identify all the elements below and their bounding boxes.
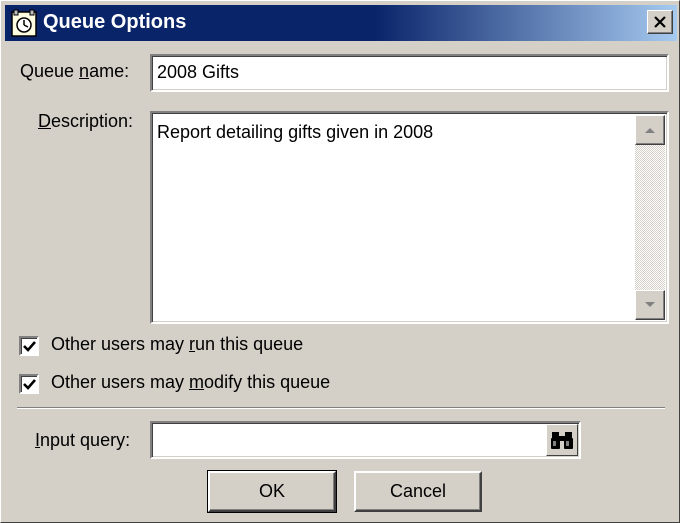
app-icon [11, 9, 37, 37]
title-bar[interactable]: Queue Options [5, 5, 677, 41]
queue-name-label-rest: ame: [89, 61, 130, 81]
close-icon [654, 16, 666, 28]
checkmark-icon [22, 378, 36, 390]
scroll-up-button[interactable] [635, 115, 665, 145]
find-query-button[interactable] [546, 424, 578, 456]
queue-name-label-part: Queue [20, 61, 80, 81]
scroll-down-icon [645, 302, 655, 307]
checkmark-icon [22, 340, 36, 352]
description-label-rest: escription: [51, 111, 134, 131]
description-label: Description: [38, 111, 133, 132]
description-accel-key: D [38, 111, 51, 131]
separator [17, 407, 665, 409]
queue-name-input[interactable]: 2008 Gifts [150, 54, 669, 92]
ok-button[interactable]: OK [207, 470, 337, 513]
allow-run-label-part: Other users may [51, 334, 190, 354]
allow-modify-label[interactable]: Other users may modify this queue [51, 372, 330, 393]
input-query-field[interactable] [150, 421, 581, 459]
input-query-label-rest: nput query: [40, 430, 131, 450]
dialog-title: Queue Options [43, 11, 187, 33]
allow-modify-checkbox[interactable] [19, 374, 39, 394]
cancel-button[interactable]: Cancel [354, 471, 482, 512]
binoculars-icon [551, 432, 573, 449]
queue-name-accel-key: n [79, 61, 90, 81]
description-textarea[interactable]: Report detailing gifts given in 2008 [150, 111, 669, 324]
allow-modify-label-part: Other users may [51, 372, 190, 392]
queue-name-label: Queue name: [20, 61, 129, 82]
queue-options-dialog: Queue Options Queue name: 2008 Gifts Des… [0, 0, 680, 523]
scroll-down-button[interactable] [635, 290, 665, 320]
queue-name-value: 2008 Gifts [157, 62, 240, 82]
description-value: Report detailing gifts given in 2008 [157, 122, 434, 142]
close-button[interactable] [647, 10, 673, 34]
allow-modify-label-rest: odify this queue [204, 372, 331, 392]
allow-run-label[interactable]: Other users may run this queue [51, 334, 303, 355]
allow-run-checkbox[interactable] [19, 336, 39, 356]
scroll-up-icon [645, 128, 655, 133]
allow-modify-accel-key: m [189, 372, 205, 392]
input-query-label: Input query: [35, 430, 130, 451]
allow-run-label-rest: un this queue [195, 334, 304, 354]
description-scrollbar[interactable] [635, 115, 665, 320]
